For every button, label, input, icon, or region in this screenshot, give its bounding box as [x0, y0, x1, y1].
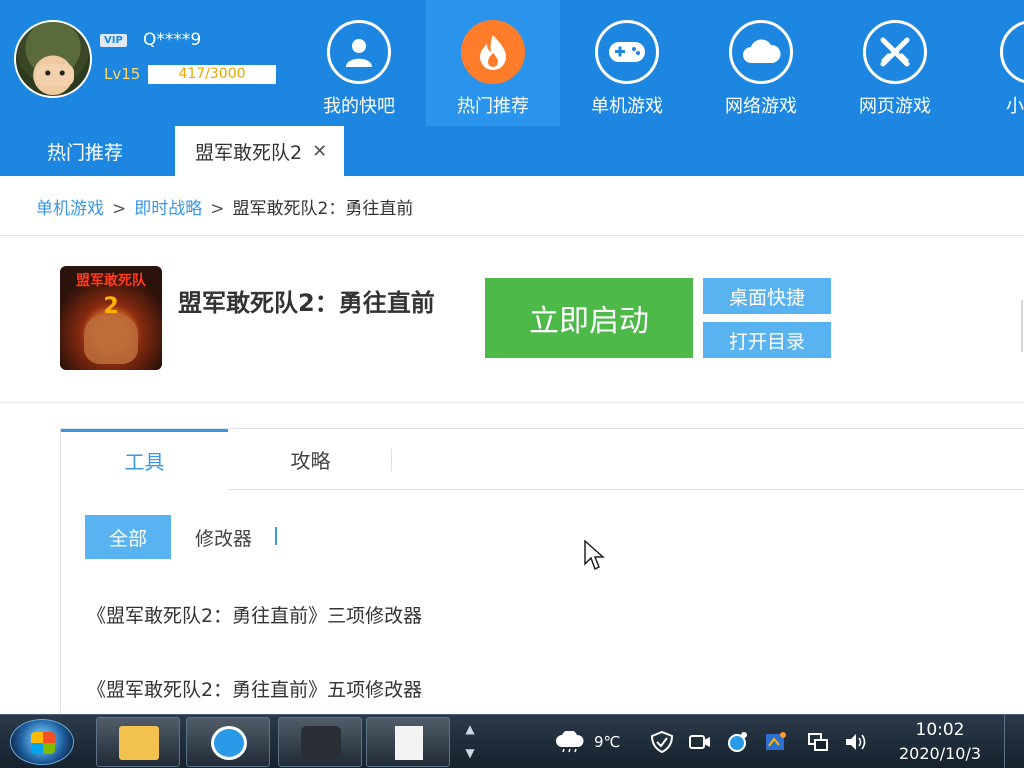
tab-tools[interactable]: 工具	[61, 429, 228, 489]
clock[interactable]: 10:02 2020/10/3	[884, 719, 996, 765]
nav-label: 小	[1006, 96, 1024, 117]
weather-temp: 9℃	[594, 733, 621, 751]
gamepad-icon	[595, 20, 659, 84]
divider	[1021, 300, 1023, 352]
nav-label: 网页游戏	[859, 96, 931, 117]
shield-icon[interactable]	[650, 731, 674, 753]
breadcrumb-single-player[interactable]: 单机游戏	[36, 199, 104, 219]
open-directory-button[interactable]: 打开目录	[703, 322, 831, 358]
taskbar-explorer[interactable]	[96, 717, 180, 767]
taskbar-qq-music[interactable]	[186, 717, 270, 767]
nav-hot-recommend[interactable]: 热门推荐	[426, 0, 560, 126]
desktop-shortcut-button[interactable]: 桌面快捷	[703, 278, 831, 314]
close-icon[interactable]: ✕	[312, 141, 327, 162]
list-item[interactable]: 《盟军敢死队2：勇往直前》五项修改器	[87, 675, 422, 702]
nav-online-games[interactable]: 网络游戏	[694, 0, 828, 126]
breadcrumb-separator: >	[210, 199, 225, 219]
breadcrumb: 单机游戏 > 即时战略 > 盟军敢死队2：勇往直前	[36, 194, 413, 219]
music-app-icon[interactable]	[726, 731, 750, 753]
breadcrumb-separator: >	[112, 199, 127, 219]
windows-logo-icon	[31, 732, 55, 754]
divider	[391, 449, 392, 471]
start-button[interactable]	[10, 719, 74, 765]
app-header: VIP Q****9 Lv15 417/3000 我的快吧 热门推荐 单机游戏 …	[0, 0, 1024, 126]
exp-text: 417/3000	[178, 66, 246, 82]
user-id[interactable]: Q****9	[143, 30, 201, 50]
partial-icon	[1000, 20, 1024, 84]
nav-label: 单机游戏	[591, 96, 663, 117]
user-level: Lv15	[104, 65, 141, 83]
vip-badge: VIP	[100, 34, 127, 47]
clock-time: 10:02	[915, 720, 965, 740]
cover-number: 2	[103, 294, 119, 319]
tab-game-label: 盟军敢死队2	[195, 141, 303, 164]
nav-label: 网络游戏	[725, 96, 797, 117]
cover-title: 盟军敢死队	[76, 273, 146, 289]
tab-game-detail[interactable]: 盟军敢死队2 ✕	[175, 126, 344, 176]
nav-partial-item[interactable]: 小	[962, 0, 1024, 126]
divider	[0, 235, 1024, 236]
network-icon[interactable]	[806, 731, 830, 753]
taskbar: ▲ ▼ 9℃ 10:02 2020/10/3	[0, 714, 1024, 768]
nav-single-player[interactable]: 单机游戏	[560, 0, 694, 126]
user-icon	[327, 20, 391, 84]
video-camera-icon[interactable]	[688, 731, 712, 753]
tab-guides[interactable]: 攻略	[228, 429, 393, 489]
document-icon	[395, 726, 423, 760]
video-camera-icon	[301, 726, 341, 760]
tab-hot-recommend[interactable]: 热门推荐	[0, 126, 170, 176]
cloud-icon	[729, 20, 793, 84]
breadcrumb-current: 盟军敢死队2：勇往直前	[232, 199, 414, 219]
crossed-swords-icon	[863, 20, 927, 84]
divider	[0, 402, 1024, 403]
nav-label: 热门推荐	[457, 96, 529, 117]
network-app-icon[interactable]	[764, 731, 788, 753]
flame-icon	[461, 20, 525, 84]
cloud-rain-icon	[556, 731, 584, 753]
filter-trainer[interactable]: 修改器	[195, 515, 252, 559]
taskbar-document[interactable]	[366, 717, 450, 767]
avatar[interactable]	[14, 20, 92, 98]
weather-widget[interactable]: 9℃	[554, 715, 620, 768]
game-title: 盟军敢死队2：勇往直前	[178, 289, 435, 317]
show-desktop-button[interactable]	[1004, 715, 1024, 768]
cover-portrait	[84, 314, 138, 364]
nav-my-kuaiba[interactable]: 我的快吧	[292, 0, 426, 126]
nav-web-games[interactable]: 网页游戏	[828, 0, 962, 126]
exp-bar: 417/3000	[148, 65, 276, 84]
game-cover: 盟军敢死队 2	[60, 266, 162, 370]
filter-divider	[275, 527, 277, 545]
list-item[interactable]: 《盟军敢死队2：勇往直前》三项修改器	[87, 601, 422, 628]
tab-bar: 热门推荐 盟军敢死队2 ✕	[0, 126, 1024, 176]
speaker-icon[interactable]	[844, 731, 868, 753]
music-app-icon	[211, 726, 247, 760]
nav-label: 我的快吧	[323, 96, 395, 117]
folder-icon	[119, 726, 159, 760]
taskbar-scroll[interactable]: ▲ ▼	[458, 717, 482, 767]
divider	[228, 489, 1024, 490]
clock-date: 2020/10/3	[898, 744, 982, 763]
taskbar-recorder[interactable]	[278, 717, 362, 767]
breadcrumb-rts[interactable]: 即时战略	[134, 199, 202, 219]
avatar-eyes	[43, 70, 67, 76]
filter-all[interactable]: 全部	[85, 515, 171, 559]
launch-button[interactable]: 立即启动	[485, 278, 693, 358]
content-panel: 工具 攻略 全部 修改器 《盟军敢死队2：勇往直前》三项修改器 《盟军敢死队2：…	[60, 428, 1024, 728]
